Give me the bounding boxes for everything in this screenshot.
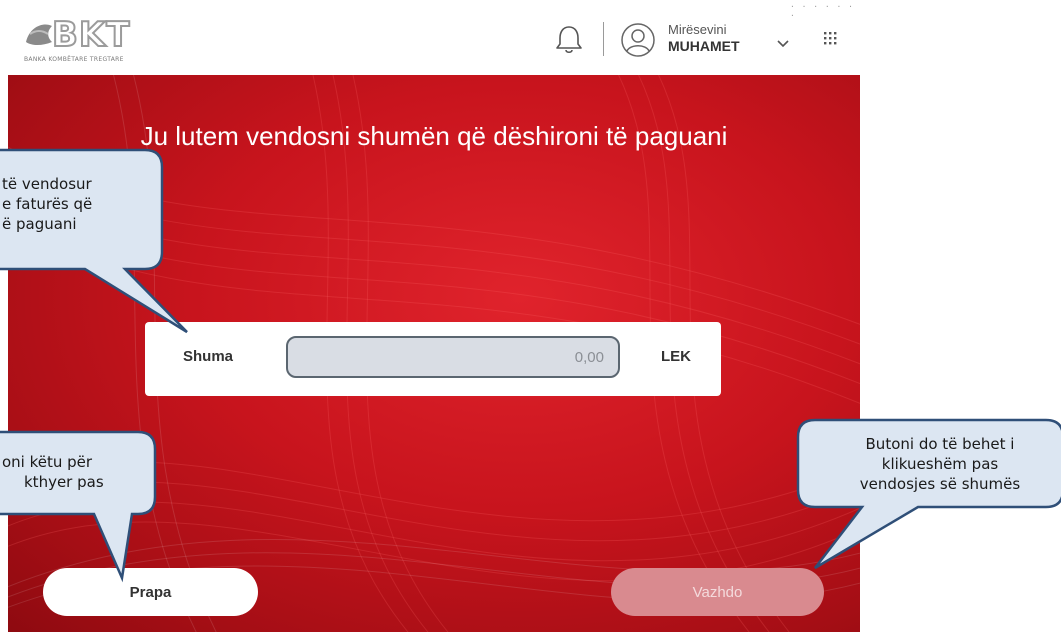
chevron-down-icon[interactable] <box>776 34 790 48</box>
payment-amount-screen: Ju lutem vendosni shumën që dëshironi të… <box>8 75 860 632</box>
header-bar: BKT BANKA KOMBËTARE TREGTARE · · · · · ·… <box>0 0 860 75</box>
amount-panel: Shuma LEK <box>145 322 721 396</box>
continue-button[interactable]: Vazhdo <box>611 568 824 616</box>
header-divider <box>603 22 604 56</box>
bkt-logo: BKT BANKA KOMBËTARE TREGTARE <box>22 12 172 66</box>
amount-hint-text: të vendosur e faturës që ë paguani <box>2 175 93 233</box>
user-name: MUHAMET <box>668 38 740 54</box>
page-title: Ju lutem vendosni shumën që dëshironi të… <box>140 121 728 151</box>
user-avatar-icon[interactable] <box>620 22 656 58</box>
amount-input[interactable] <box>286 336 620 378</box>
bell-icon[interactable] <box>554 24 584 56</box>
greeting-text: Mirësevini <box>668 22 727 37</box>
status-dots: · · · · · · · <box>790 2 854 20</box>
next-hint-text: Butoni do të behet i klikueshëm pas vend… <box>859 435 1021 493</box>
svg-text:BKT: BKT <box>52 15 130 55</box>
apps-grid-icon[interactable] <box>822 30 838 46</box>
currency-label: LEK <box>661 348 691 365</box>
amount-label: Shuma <box>183 348 234 365</box>
back-hint-text: oni këtu për kthyer pas <box>2 453 104 491</box>
logo-subtitle: BANKA KOMBËTARE TREGTARE <box>24 56 124 63</box>
back-button[interactable]: Prapa <box>43 568 258 616</box>
